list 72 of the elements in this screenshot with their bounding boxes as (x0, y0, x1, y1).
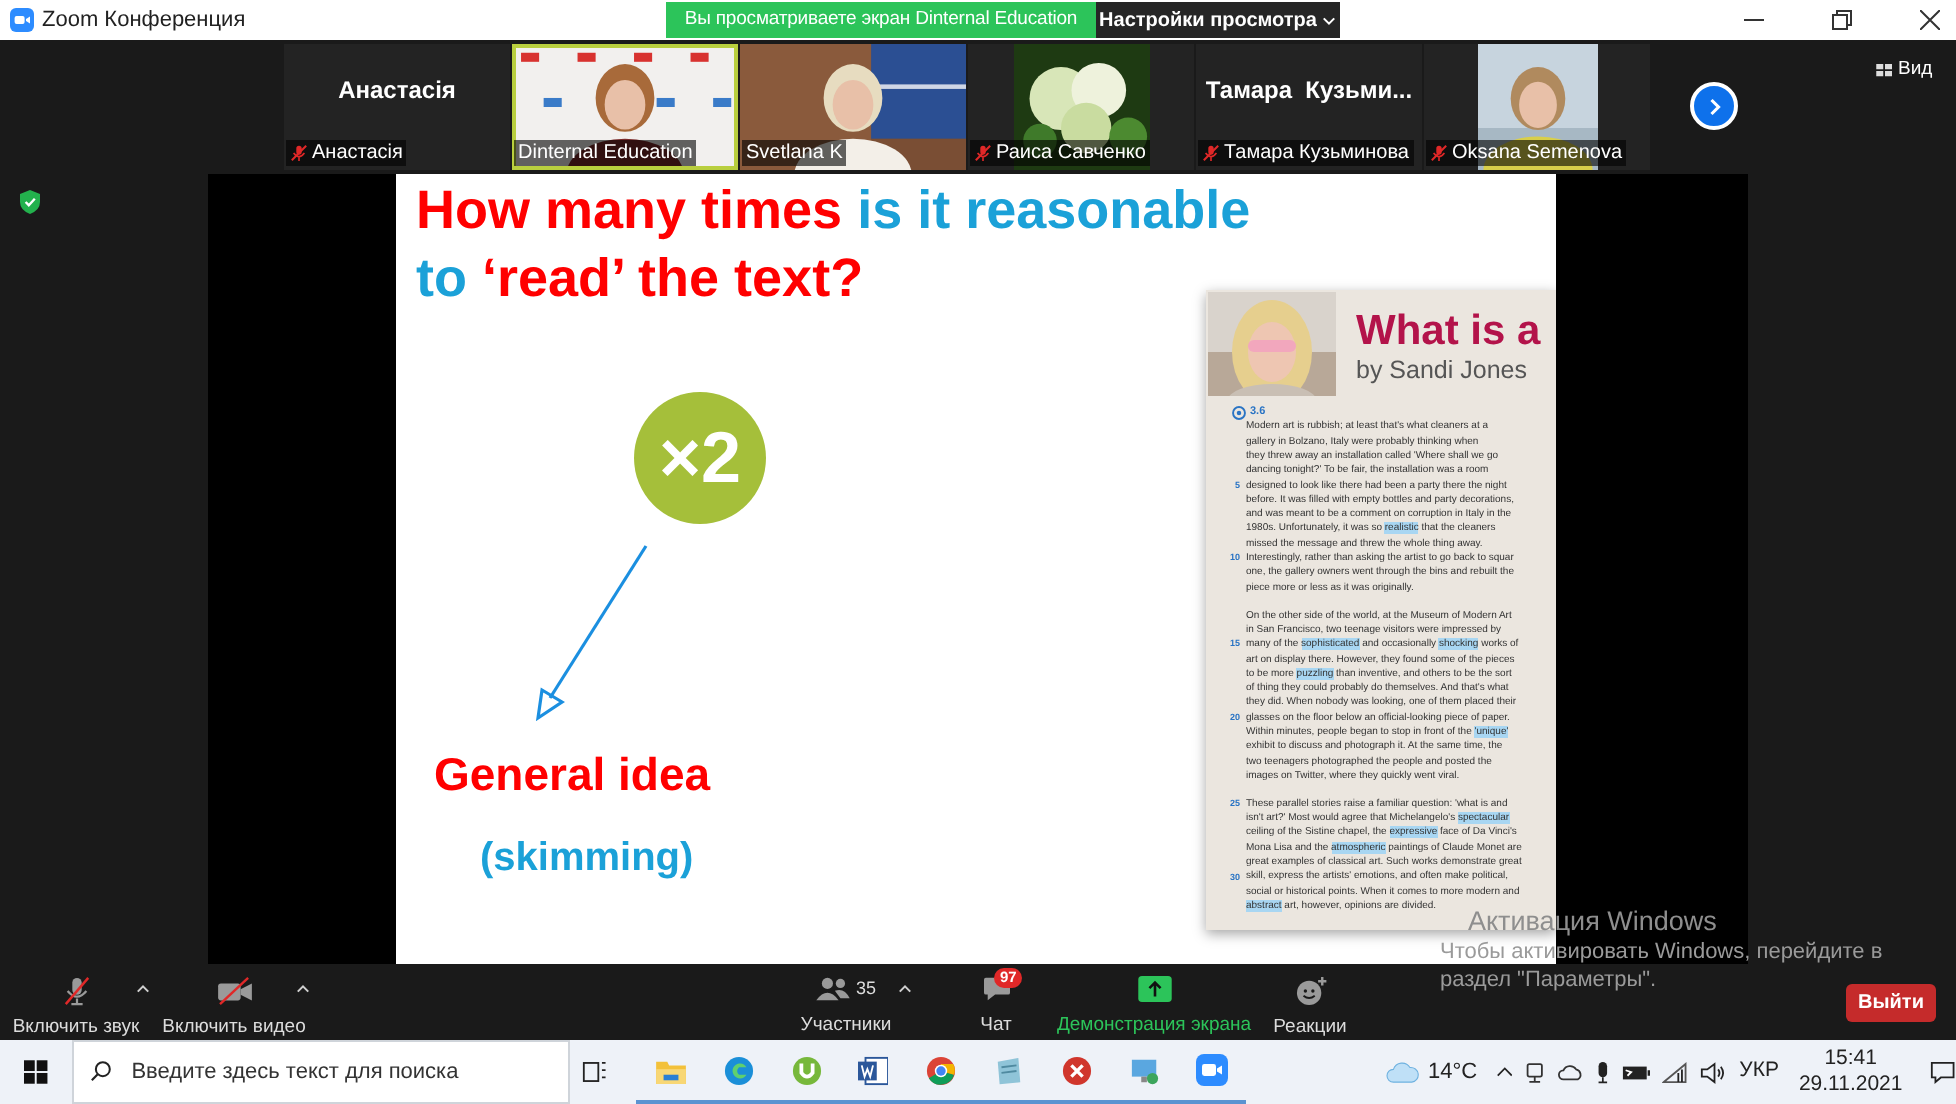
participant-name: Тамара Кузьми... (1205, 74, 1413, 108)
word-icon[interactable] (858, 1055, 889, 1085)
chrome-icon[interactable] (926, 1055, 957, 1085)
temperature-text[interactable]: 14°C (1428, 1055, 1478, 1089)
participant-tile[interactable]: Анастасія Анастасія (284, 44, 510, 170)
article-byline: by Sandi Jones (1356, 356, 1529, 386)
battery-icon[interactable] (1621, 1063, 1651, 1081)
participant-name: Анастасія (338, 74, 456, 108)
grid-icon (1876, 63, 1894, 77)
language-indicator[interactable]: УКР (1739, 1056, 1779, 1088)
search-icon (89, 1060, 112, 1082)
clock[interactable]: 15:41 29.11.2021 (1798, 1046, 1903, 1098)
share-screen-icon[interactable] (1137, 976, 1171, 1003)
participant-tile[interactable]: Тамара Кузьми... Тамара Кузьминова (1196, 44, 1422, 170)
search-field[interactable]: Введите здесь текст для поиска (71, 1040, 570, 1104)
toolbar-button[interactable]: Включить звук (8, 964, 144, 1040)
toolbar-button[interactable]: Реакции (1260, 964, 1360, 1040)
task-view-icon[interactable] (581, 1060, 607, 1084)
meet-now-icon[interactable] (1524, 1061, 1547, 1083)
slide-sublabel: (skimming) (480, 834, 694, 882)
volume-icon[interactable] (1699, 1061, 1726, 1083)
participant-label: Dinternal Education (518, 140, 693, 166)
audio-icon (1232, 405, 1246, 419)
caret-button[interactable] (294, 980, 312, 996)
slide-question: How many times is it reasonable to ‘read’ the text? (414, 178, 1253, 312)
video-off-icon (215, 976, 253, 1006)
cloud-icon (1386, 1061, 1421, 1083)
chevron-down-icon (1322, 15, 1337, 25)
participant-tile[interactable]: Раиса Савченко (968, 44, 1194, 170)
leave-button[interactable]: Выйти (1846, 983, 1936, 1021)
participant-label: Анастасія (312, 140, 403, 166)
activation-notice: раздел "Параметры". (1440, 966, 1659, 994)
participant-tile[interactable]: Dinternal Education (512, 44, 738, 170)
participant-label: Oksana Semenova (1452, 140, 1623, 166)
shield-icon (20, 190, 40, 214)
onedrive-cloud-icon[interactable] (1558, 1063, 1584, 1081)
share-banner: Вы просматриваете экран Dinternal Education (666, 2, 1096, 38)
toolbar-button[interactable]: 35 Участники (786, 964, 906, 1040)
notifications-icon[interactable] (1930, 1060, 1956, 1084)
zoom-app-icon[interactable] (1196, 1054, 1229, 1086)
muted-mic-icon (61, 976, 91, 1006)
browser-icon[interactable] (723, 1055, 754, 1085)
remote-desktop-icon[interactable] (1061, 1055, 1092, 1085)
participant-tile[interactable]: Oksana Semenova (1424, 44, 1650, 170)
close-icon[interactable] (1920, 10, 1940, 30)
window-title: Zoom Конференция (42, 5, 246, 36)
caret-button[interactable] (896, 980, 914, 996)
article-title: What is a (1356, 308, 1541, 356)
slide-label: General idea (434, 746, 711, 802)
people-icon (815, 976, 850, 1003)
folder-icon[interactable] (655, 1057, 686, 1083)
multiplier-badge: ×2 (634, 392, 766, 524)
chevron-right-icon (1707, 97, 1721, 115)
smiley-plus-icon (1293, 976, 1327, 1006)
participant-label: Тамара Кузьминова (1224, 140, 1409, 166)
app-logo-icon (10, 8, 34, 32)
monitor-icon[interactable] (1129, 1055, 1160, 1085)
next-page-button[interactable] (1690, 82, 1738, 130)
microphone-icon[interactable] (1595, 1059, 1610, 1085)
participant-label: Раиса Савченко (996, 140, 1146, 166)
chevron-up-icon[interactable] (1495, 1066, 1513, 1078)
toolbar-button[interactable]: Демонстрация экрана (1058, 964, 1250, 1040)
wifi-icon[interactable] (1662, 1061, 1688, 1083)
participant-label: Svetlana K (746, 140, 843, 166)
start-icon[interactable] (24, 1060, 48, 1084)
caret-button[interactable] (134, 980, 152, 996)
view-button[interactable]: Вид (1876, 56, 1933, 84)
view-settings-button[interactable]: Настройки просмотра (1096, 2, 1340, 38)
notepad-icon[interactable] (994, 1055, 1025, 1085)
toolbar-button[interactable]: Включить видео (164, 964, 304, 1040)
restore-icon[interactable] (1832, 10, 1852, 30)
participant-tile[interactable]: Svetlana K (740, 44, 966, 170)
